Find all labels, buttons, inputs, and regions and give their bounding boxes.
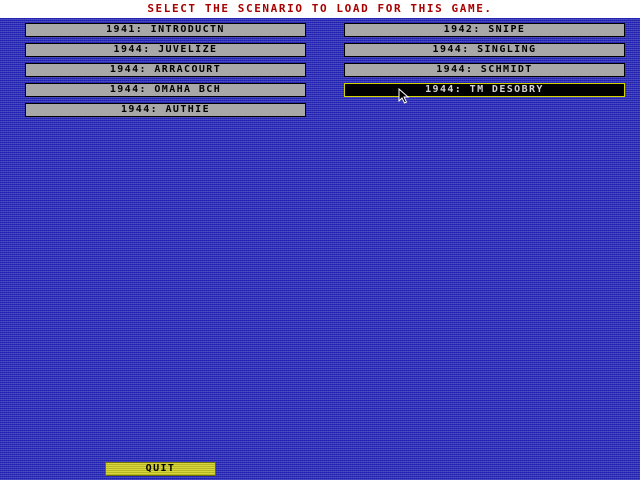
scenario-button-juvelize[interactable]: 1944: JUVELIZE <box>25 43 306 57</box>
scenario-button-omaha-bch[interactable]: 1944: OMAHA BCH <box>25 83 306 97</box>
scenario-button-singling[interactable]: 1944: SINGLING <box>344 43 625 57</box>
scenario-button-introductn[interactable]: 1941: INTRODUCTN <box>25 23 306 37</box>
scenario-button-schmidt[interactable]: 1944: SCHMIDT <box>344 63 625 77</box>
scenario-button-authie[interactable]: 1944: AUTHIE <box>25 103 306 117</box>
scenario-button-tm-desobry-selected[interactable]: 1944: TM DESOBRY <box>344 83 625 97</box>
scenario-button-snipe[interactable]: 1942: SNIPE <box>344 23 625 37</box>
quit-button[interactable]: QUIT <box>105 462 216 476</box>
game-screen: SELECT THE SCENARIO TO LOAD FOR THIS GAM… <box>0 0 640 480</box>
scenario-button-arracourt[interactable]: 1944: ARRACOURT <box>25 63 306 77</box>
page-title: SELECT THE SCENARIO TO LOAD FOR THIS GAM… <box>0 0 640 18</box>
